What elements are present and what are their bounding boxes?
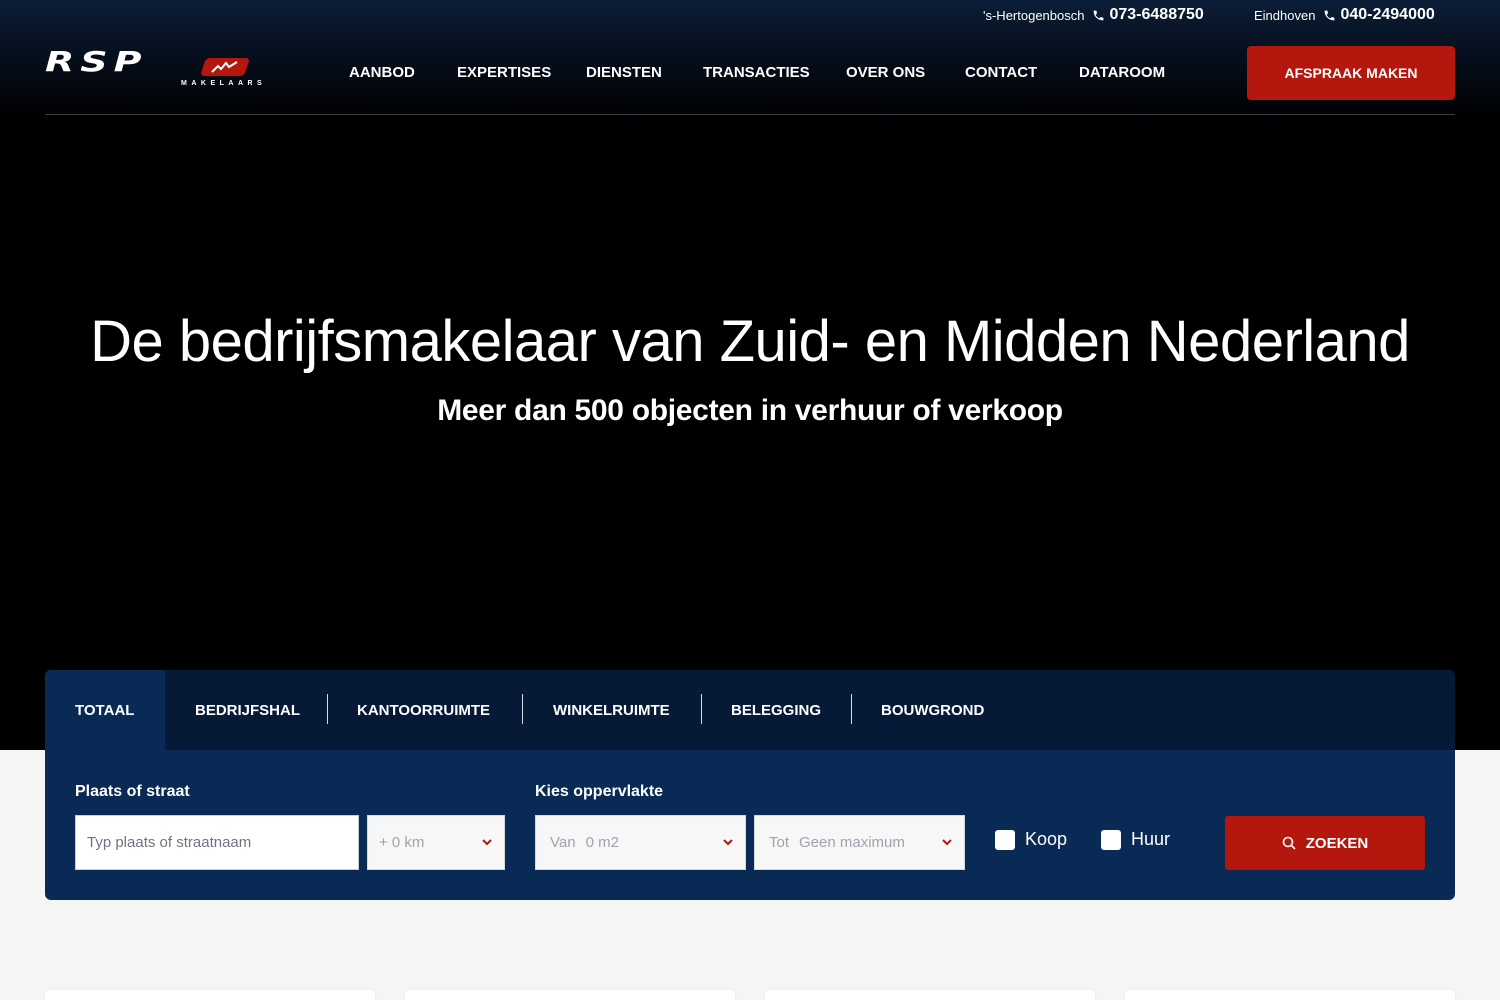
header-divider xyxy=(45,114,1455,115)
tab-winkelruimte[interactable]: WINKELRUIMTE xyxy=(523,670,700,750)
checkbox-box[interactable] xyxy=(1101,829,1121,850)
area-label: Kies oppervlakte xyxy=(535,783,664,800)
chevron-down-icon xyxy=(723,839,733,846)
afspraak-maken-button[interactable]: AFSPRAAK MAKEN xyxy=(1247,46,1455,100)
phone-icon xyxy=(1325,10,1335,20)
radius-value: + 0 km xyxy=(379,834,425,851)
contact-eindhoven: Eindhoven 040-2494000 xyxy=(1254,6,1435,24)
huur-checkbox[interactable]: Huur xyxy=(1101,829,1170,850)
area-from-prefix: Van xyxy=(550,834,576,851)
search-panel: TOTAAL BEDRIJFSHAL KANTOORRUIMTE WINKELR… xyxy=(45,670,1455,900)
area-to-prefix: Tot xyxy=(769,834,790,851)
hero-subtitle: Meer dan 500 objecten in verhuur of verk… xyxy=(437,394,1063,427)
tab-totaal[interactable]: TOTAAL xyxy=(45,670,165,750)
phone-link[interactable]: 073-6488750 xyxy=(1092,6,1204,24)
tab-bedrijfshal[interactable]: BEDRIJFSHAL xyxy=(165,670,330,750)
zoeken-label: ZOEKEN xyxy=(1305,834,1369,852)
koop-checkbox[interactable]: Koop xyxy=(995,829,1067,850)
area-to-select[interactable]: Tot Geen maximum xyxy=(754,815,965,870)
property-card[interactable] xyxy=(45,990,375,1000)
property-card[interactable] xyxy=(765,990,1095,1000)
checkbox-box[interactable] xyxy=(995,829,1015,850)
property-card[interactable] xyxy=(1125,990,1455,1000)
location-field xyxy=(75,815,359,870)
nav-transacties[interactable]: TRANSACTIES xyxy=(703,64,810,81)
contact-city: 's-Hertogenbosch xyxy=(983,7,1085,23)
nav-contact[interactable]: CONTACT xyxy=(965,64,1037,81)
nav-expertises[interactable]: EXPERTISES xyxy=(457,64,551,81)
search-icon xyxy=(1282,836,1296,850)
chevron-down-icon xyxy=(482,839,492,846)
nav-dataroom[interactable]: DATAROOM xyxy=(1079,64,1165,81)
category-tabs: TOTAAL BEDRIJFSHAL KANTOORRUIMTE WINKELR… xyxy=(45,670,1455,750)
chevron-down-icon xyxy=(942,839,952,846)
area-to-value: Geen maximum xyxy=(799,834,905,851)
phone-icon xyxy=(1094,10,1104,20)
location-input[interactable] xyxy=(87,834,358,851)
nav-over-ons[interactable]: OVER ONS xyxy=(846,64,925,81)
tab-kantoorruimte[interactable]: KANTOORRUIMTE xyxy=(327,670,520,750)
hero-section: 's-Hertogenbosch 073-6488750 Eindhoven 0… xyxy=(0,0,1500,750)
contact-den-bosch: 's-Hertogenbosch 073-6488750 xyxy=(983,6,1204,24)
koop-label: Koop xyxy=(1025,829,1068,849)
location-label: Plaats of straat xyxy=(75,783,190,800)
radius-select[interactable]: + 0 km xyxy=(367,815,505,870)
tab-bouwgrond[interactable]: BOUWGROND xyxy=(851,670,1014,750)
tab-belegging[interactable]: BELEGGING xyxy=(701,670,851,750)
zoeken-button[interactable]: ZOEKEN xyxy=(1225,816,1425,870)
area-from-value: 0 m2 xyxy=(585,834,619,851)
property-card[interactable] xyxy=(405,990,735,1000)
nav-aanbod[interactable]: AANBOD xyxy=(349,64,415,81)
contact-city: Eindhoven xyxy=(1254,7,1316,23)
phone-link[interactable]: 040-2494000 xyxy=(1323,6,1435,24)
phone-number: 040-2494000 xyxy=(1340,6,1435,23)
hero-title: De bedrijfsmakelaar van Zuid- en Midden … xyxy=(90,309,1410,374)
phone-number: 073-6488750 xyxy=(1109,6,1204,23)
huur-label: Huur xyxy=(1131,829,1171,849)
area-from-select[interactable]: Van 0 m2 xyxy=(535,815,746,870)
nav-diensten[interactable]: DIENSTEN xyxy=(586,64,662,81)
